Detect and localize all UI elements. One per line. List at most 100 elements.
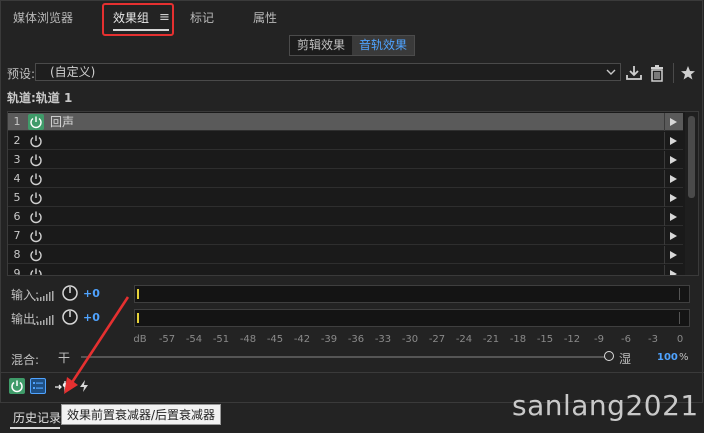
db-scale-label: -24 bbox=[455, 334, 473, 345]
rack-slot-row[interactable]: 8 bbox=[8, 246, 683, 264]
power-icon[interactable] bbox=[28, 152, 44, 168]
effects-rack-list: 1 回声 2 3 4 5 6 7 8 9 bbox=[7, 111, 699, 276]
power-icon[interactable] bbox=[28, 190, 44, 206]
db-scale-label: -18 bbox=[509, 334, 527, 345]
slot-menu-arrow-icon[interactable] bbox=[664, 170, 682, 188]
db-scale-label: -21 bbox=[482, 334, 500, 345]
db-scale-label: -30 bbox=[401, 334, 419, 345]
meter-peak-marker bbox=[137, 313, 139, 323]
power-icon[interactable] bbox=[28, 133, 44, 149]
meter-clip-indicator[interactable] bbox=[679, 288, 686, 300]
mix-label: 混合: bbox=[11, 353, 40, 367]
input-level-meter bbox=[134, 285, 690, 303]
tab-markers[interactable]: 标记 bbox=[190, 8, 214, 28]
output-gain-value[interactable]: +0 bbox=[83, 311, 100, 324]
db-scale-label: dB bbox=[133, 334, 147, 345]
db-scale-label: -27 bbox=[428, 334, 446, 345]
tab-properties[interactable]: 属性 bbox=[253, 8, 277, 28]
db-scale-label: -6 bbox=[621, 334, 631, 345]
mix-slider-thumb[interactable] bbox=[604, 351, 614, 361]
db-scale: dB -57 -54 -51 -48 -45 -42 -39 -36 -33 -30 -27 -24 -2… bbox=[133, 334, 690, 348]
db-scale-label: -36 bbox=[347, 334, 365, 345]
list-view-button[interactable] bbox=[30, 378, 46, 394]
slot-menu-arrow-icon[interactable] bbox=[664, 189, 682, 207]
tab-media-browser[interactable]: 媒体浏览器 bbox=[13, 8, 73, 28]
effect-name[interactable]: 回声 bbox=[50, 113, 74, 131]
preset-label: 预设: bbox=[7, 67, 36, 81]
mix-unit: % bbox=[679, 352, 689, 363]
slot-menu-arrow-icon[interactable] bbox=[664, 227, 682, 245]
db-scale-label: -42 bbox=[293, 334, 311, 345]
mix-value[interactable]: 100 bbox=[657, 352, 678, 363]
power-icon[interactable] bbox=[28, 266, 44, 275]
power-icon[interactable] bbox=[28, 209, 44, 225]
slot-menu-arrow-icon[interactable] bbox=[664, 265, 682, 275]
mix-dry-label: 干 bbox=[58, 351, 71, 365]
chevron-down-icon bbox=[606, 64, 616, 85]
mix-slider-track[interactable] bbox=[81, 356, 607, 358]
active-tab-indicator bbox=[10, 427, 60, 429]
slot-number: 7 bbox=[13, 229, 21, 242]
slot-number: 3 bbox=[13, 153, 21, 166]
db-scale-label: -15 bbox=[536, 334, 554, 345]
rack-slot-row[interactable]: 9 bbox=[8, 265, 683, 276]
slot-number: 1 bbox=[13, 115, 21, 128]
db-scale-label: -48 bbox=[239, 334, 257, 345]
lightning-icon[interactable] bbox=[76, 378, 92, 394]
effects-rack-panel: 媒体浏览器 效果组 ≡ 标记 属性 剪辑效果 音轨效果 预设: (自定义) 轨道… bbox=[0, 0, 704, 403]
rack-slot-row[interactable]: 1 回声 bbox=[8, 113, 683, 131]
tab-history[interactable]: 历史记录 bbox=[13, 409, 61, 426]
rack-slot-row[interactable]: 5 bbox=[8, 189, 683, 207]
db-scale-label: -3 bbox=[648, 334, 658, 345]
slot-menu-arrow-icon[interactable] bbox=[664, 132, 682, 150]
slot-number: 4 bbox=[13, 172, 21, 185]
preset-value: (自定义) bbox=[50, 65, 96, 79]
output-gain-knob[interactable] bbox=[62, 309, 78, 325]
effects-scope-toggle: 剪辑效果 音轨效果 bbox=[289, 35, 416, 56]
db-scale-label: -45 bbox=[266, 334, 284, 345]
slot-number: 8 bbox=[13, 248, 21, 261]
slot-number: 2 bbox=[13, 134, 21, 147]
scrollbar-thumb[interactable] bbox=[688, 116, 695, 198]
toolbar-divider bbox=[673, 63, 674, 83]
slot-number: 6 bbox=[13, 210, 21, 223]
track-effects-button[interactable]: 音轨效果 bbox=[352, 36, 415, 55]
track-title: 轨道:轨道 1 bbox=[7, 91, 73, 105]
db-scale-label: -51 bbox=[212, 334, 230, 345]
meter-clip-indicator[interactable] bbox=[679, 312, 686, 324]
rack-slot-row[interactable]: 3 bbox=[8, 151, 683, 169]
slot-menu-arrow-icon[interactable] bbox=[664, 208, 682, 226]
mix-wet-label: 湿 bbox=[619, 352, 632, 366]
slot-menu-arrow-icon[interactable] bbox=[664, 151, 682, 169]
slot-menu-arrow-icon[interactable] bbox=[664, 246, 682, 264]
rack-slot-row[interactable]: 4 bbox=[8, 170, 683, 188]
input-level-bars-icon bbox=[33, 290, 55, 301]
annotation-highlight-box bbox=[102, 3, 174, 36]
panel-tab-bar: 媒体浏览器 效果组 ≡ 标记 属性 bbox=[1, 1, 704, 36]
star-icon[interactable] bbox=[679, 63, 697, 83]
db-scale-label: 0 bbox=[676, 334, 684, 345]
rack-slot-row[interactable]: 6 bbox=[8, 208, 683, 226]
toolbar-divider-line bbox=[1, 372, 704, 373]
input-gain-knob[interactable] bbox=[62, 285, 78, 301]
power-icon[interactable] bbox=[28, 228, 44, 244]
power-icon[interactable] bbox=[28, 114, 44, 130]
trash-icon[interactable] bbox=[648, 63, 666, 83]
pre-post-fader-icon[interactable] bbox=[54, 378, 70, 394]
save-preset-icon[interactable] bbox=[625, 63, 643, 83]
rack-slot-row[interactable]: 7 bbox=[8, 227, 683, 245]
output-level-meter bbox=[134, 309, 690, 327]
preset-dropdown[interactable]: (自定义) bbox=[35, 63, 621, 81]
db-scale-label: -9 bbox=[594, 334, 604, 345]
rack-power-button[interactable] bbox=[9, 378, 25, 394]
clip-effects-button[interactable]: 剪辑效果 bbox=[290, 36, 352, 55]
slot-number: 9 bbox=[13, 267, 21, 276]
power-icon[interactable] bbox=[28, 171, 44, 187]
input-gain-value[interactable]: +0 bbox=[83, 287, 100, 300]
rack-slot-row[interactable]: 2 bbox=[8, 132, 683, 150]
db-scale-label: -39 bbox=[320, 334, 338, 345]
power-icon[interactable] bbox=[28, 247, 44, 263]
slot-menu-arrow-icon[interactable] bbox=[664, 113, 682, 131]
rack-scrollbar[interactable] bbox=[685, 112, 698, 275]
slot-number: 5 bbox=[13, 191, 21, 204]
